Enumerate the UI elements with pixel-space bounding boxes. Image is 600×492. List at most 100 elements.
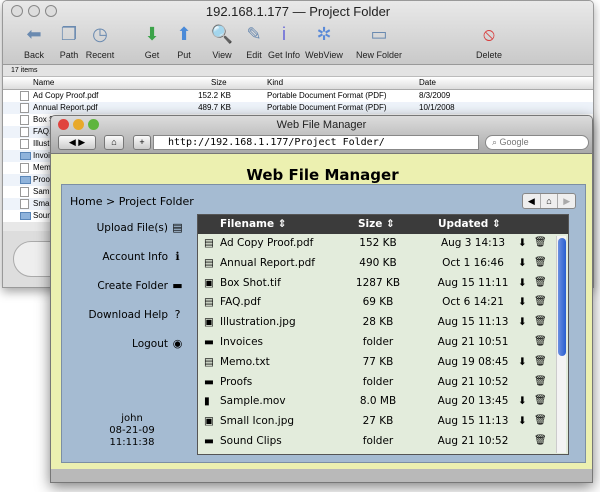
sidebar-upload-file-s[interactable]: Upload File(s) ▤: [62, 221, 188, 250]
trash-icon[interactable]: 🗑: [534, 356, 547, 367]
new-folder-icon: ▭: [370, 24, 388, 44]
table-row[interactable]: ▬ Invoices folder Aug 21 10:51 🗑: [198, 333, 568, 353]
file-name[interactable]: FAQ.pdf: [220, 296, 261, 308]
document-icon: [20, 91, 29, 101]
folder-icon: [20, 212, 31, 220]
file-row[interactable]: Ad Copy Proof.pdf 152.2 KB Portable Docume…: [3, 90, 593, 102]
trash-icon[interactable]: 🗑: [534, 237, 547, 248]
folder-icon: ▬: [204, 375, 214, 388]
download-icon[interactable]: ⬇: [518, 415, 527, 427]
image-icon: ▣: [204, 415, 214, 428]
trash-icon[interactable]: 🗑: [534, 316, 547, 327]
download-icon[interactable]: ⬇: [518, 395, 527, 407]
image-icon: ▣: [204, 316, 214, 329]
url-field[interactable]: http://192.168.1.177/Project Folder/: [153, 135, 479, 150]
table-row[interactable]: ▮ Sample.mov 8.0 MB Aug 20 13:45 ⬇ 🗑: [198, 392, 568, 412]
trash-icon[interactable]: 🗑: [534, 277, 547, 288]
file-name: Illust: [33, 139, 50, 148]
info-icon: ℹ: [175, 250, 180, 263]
table-row[interactable]: ▤ Annual Report.pdf 490 KB Oct 1 16:46 ⬇ 🗑: [198, 254, 568, 274]
sidebar-account-info[interactable]: Account Info ℹ: [62, 250, 188, 279]
delete-icon: ⦸: [483, 24, 495, 44]
breadcrumb[interactable]: Home > Project Folder: [70, 195, 194, 208]
trash-icon[interactable]: 🗑: [534, 376, 547, 387]
table-row[interactable]: ▣ Illustration.jpg 28 KB Aug 15 11:13 ⬇ 🗑: [198, 313, 568, 333]
file-name: Soun: [33, 211, 52, 220]
file-name[interactable]: Proofs: [220, 376, 252, 388]
col-name[interactable]: Name: [33, 78, 54, 87]
file-updated: Aug 15 11:13: [437, 316, 509, 329]
scroll-thumb[interactable]: [558, 238, 566, 356]
download-icon[interactable]: ⬇: [518, 316, 527, 328]
sidebar-create-folder[interactable]: Create Folder ▬: [62, 279, 188, 308]
file-kind: Portable Document Format (PDF): [267, 103, 387, 112]
download-icon[interactable]: ⬇: [518, 277, 527, 289]
col-kind[interactable]: Kind: [267, 78, 283, 87]
file-name[interactable]: Ad Copy Proof.pdf: [220, 237, 313, 249]
table-row[interactable]: ▣ Small Icon.jpg 27 KB Aug 15 11:13 ⬇ 🗑: [198, 412, 568, 432]
table-row[interactable]: ▤ Ad Copy Proof.pdf 152 KB Aug 3 14:13 ⬇ 🗑: [198, 234, 568, 254]
file-name[interactable]: Memo.txt: [220, 356, 270, 368]
trash-icon[interactable]: 🗑: [534, 257, 547, 268]
trash-icon[interactable]: 🗑: [534, 415, 547, 426]
sidebar-label: Download Help: [88, 309, 168, 321]
web-page: Web File Manager Home > Project Folder ◀…: [51, 154, 592, 471]
file-row[interactable]: Annual Report.pdf 489.7 KB Portable Docume…: [3, 102, 593, 114]
trash-icon[interactable]: 🗑: [534, 296, 547, 307]
add-bookmark-button[interactable]: +: [133, 135, 151, 150]
file-name: Annual Report.pdf: [33, 103, 98, 112]
forward-icon[interactable]: ▶: [558, 194, 575, 208]
table-row[interactable]: ▬ Sound Clips folder Aug 21 10:52 🗑: [198, 432, 568, 452]
download-icon[interactable]: ⬇: [518, 356, 527, 368]
sort-size[interactable]: Size ⇕: [358, 218, 395, 230]
home-button[interactable]: ⌂: [104, 135, 124, 150]
file-name[interactable]: Small Icon.jpg: [220, 415, 294, 427]
file-updated: Aug 3 14:13: [440, 237, 506, 249]
col-date[interactable]: Date: [419, 78, 436, 87]
col-size[interactable]: Size: [211, 78, 227, 87]
trash-icon[interactable]: 🗑: [534, 435, 547, 446]
back-icon[interactable]: ◀: [523, 194, 541, 208]
search-placeholder: Google: [499, 137, 529, 147]
doc-icon: ▤: [204, 237, 214, 249]
toolbar-recent-button[interactable]: ◷ Recent: [75, 21, 125, 60]
sidebar-logout[interactable]: Logout ◉: [62, 337, 188, 366]
file-name[interactable]: Sample.mov: [220, 395, 286, 407]
info-icon: i: [282, 24, 286, 44]
toolbar-new-folder-button[interactable]: ▭ New Folder: [354, 21, 404, 60]
table-row[interactable]: ▣ Box Shot.tif 1287 KB Aug 15 11:11 ⬇ 🗑: [198, 274, 568, 294]
file-name[interactable]: Box Shot.tif: [220, 277, 281, 289]
file-size: 152.2 KB: [198, 91, 231, 100]
download-icon[interactable]: ⬇: [518, 296, 527, 308]
sort-updated[interactable]: Updated ⇕: [438, 218, 501, 230]
folder-nav[interactable]: ◀ ⌂ ▶: [522, 193, 576, 209]
file-name[interactable]: Annual Report.pdf: [220, 257, 315, 269]
trash-icon[interactable]: 🗑: [534, 395, 547, 406]
home-icon[interactable]: ⌂: [541, 194, 559, 208]
browser-toolbar: Web File Manager ◀ ▶ ⌂ + http://192.168.…: [51, 116, 592, 154]
download-icon[interactable]: ⬇: [518, 257, 527, 269]
file-name[interactable]: Sound Clips: [220, 435, 282, 447]
ftp-toolbar: 192.168.1.177 — Project Folder ⬅ Back ❐ Pat…: [3, 1, 593, 65]
file-name: Ad Copy Proof.pdf: [33, 91, 99, 100]
file-size: 490 KB: [359, 256, 397, 269]
scrollbar[interactable]: [556, 236, 566, 453]
file-updated: Aug 21 10:52: [437, 375, 509, 388]
toolbar-label: Get Info: [267, 50, 301, 60]
table-row[interactable]: ▬ Proofs folder Aug 21 10:52 🗑: [198, 373, 568, 393]
toolbar-webview-button[interactable]: ✲ WebView: [299, 21, 349, 60]
download-icon[interactable]: ⬇: [518, 237, 527, 249]
back-forward-buttons[interactable]: ◀ ▶: [58, 135, 96, 150]
browser-window: Web File Manager ◀ ▶ ⌂ + http://192.168.…: [50, 115, 593, 483]
file-name[interactable]: Illustration.jpg: [220, 316, 296, 328]
search-field[interactable]: ⌕ Google: [485, 135, 589, 150]
toolbar-delete-button[interactable]: ⦸ Delete: [464, 21, 514, 60]
movie-icon: ▮: [204, 395, 210, 408]
table-row[interactable]: ▤ FAQ.pdf 69 KB Oct 6 14:21 ⬇ 🗑: [198, 293, 568, 313]
sort-filename[interactable]: Filename ⇕: [220, 218, 287, 230]
user-info: john 08-21-09 11:11:38: [92, 413, 172, 449]
table-row[interactable]: ▤ Memo.txt 77 KB Aug 19 08:45 ⬇ 🗑: [198, 353, 568, 373]
sidebar-download-help[interactable]: Download Help?: [62, 308, 188, 337]
trash-icon[interactable]: 🗑: [534, 336, 547, 347]
file-name[interactable]: Invoices: [220, 336, 263, 348]
